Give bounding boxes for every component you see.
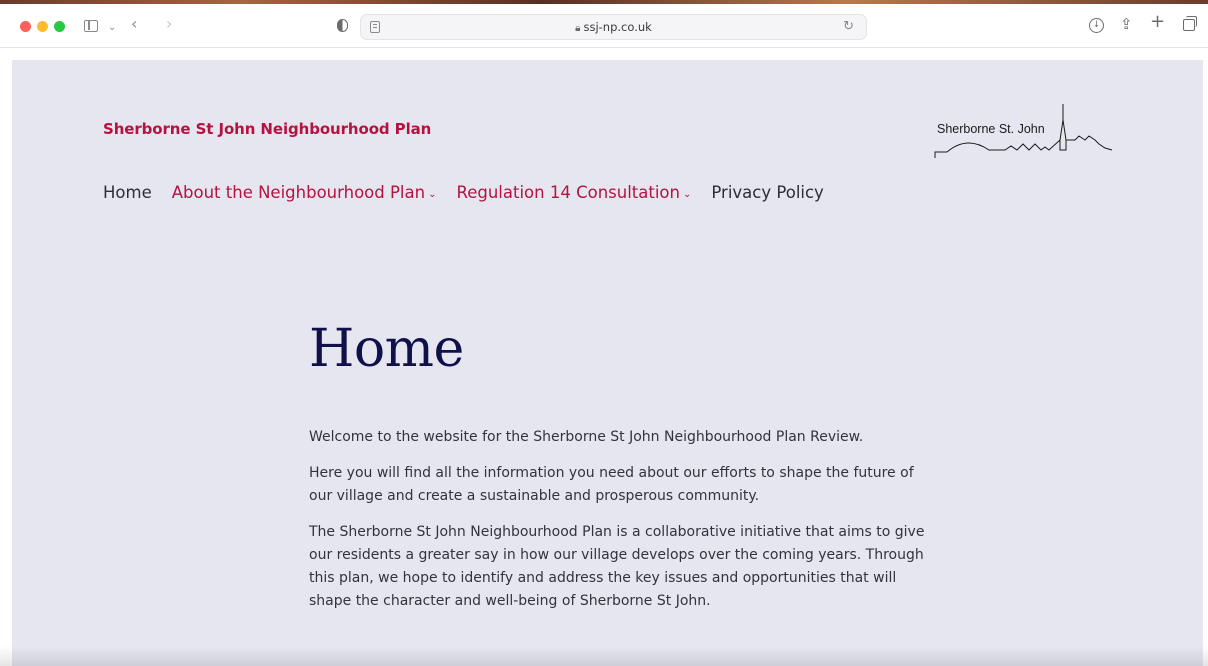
site-title-link[interactable]: Sherborne St John Neighbourhood Plan xyxy=(103,120,431,138)
back-button[interactable]: ‹ xyxy=(131,16,137,32)
nav-item-home[interactable]: Home xyxy=(103,183,152,202)
village-skyline-logo[interactable]: Sherborne St. John xyxy=(927,100,1117,164)
body-paragraph: Here you will find all the information y… xyxy=(309,465,914,504)
nav-item-label: Home xyxy=(103,183,152,202)
nav-item-about[interactable]: About the Neighbourhood Plan ⌄ xyxy=(172,183,437,202)
url-text: ssj-np.co.uk xyxy=(583,20,652,34)
nav-item-label: About the Neighbourhood Plan xyxy=(171,183,426,202)
chevron-down-icon[interactable]: ⌄ xyxy=(108,20,116,36)
downloads-icon[interactable]: ↓ xyxy=(1089,18,1104,33)
new-tab-icon[interactable]: + xyxy=(1150,13,1165,31)
chevron-down-icon: ⌄ xyxy=(428,189,437,200)
body-paragraph: The Sherborne St John Neighbourhood Plan… xyxy=(309,524,925,609)
reload-icon[interactable]: ↻ xyxy=(843,19,854,34)
logo-text: Sherborne St. John xyxy=(937,122,1045,136)
nav-item-label: Privacy Policy xyxy=(711,183,824,202)
nav-item-label: Regulation 14 Consultation xyxy=(456,183,680,202)
tab-overview-icon[interactable] xyxy=(1183,16,1197,31)
page-title: Home xyxy=(309,319,464,379)
page-bottom-shadow xyxy=(0,646,1208,666)
web-page: Sherborne St John Neighbourhood Plan She… xyxy=(12,60,1203,666)
address-bar[interactable]: 🔒︎ ssj-np.co.uk ↻ xyxy=(360,14,867,40)
forward-button[interactable]: › xyxy=(166,16,172,32)
nav-item-privacy-policy[interactable]: Privacy Policy xyxy=(711,183,823,202)
sidebar-toggle-icon[interactable] xyxy=(84,20,98,32)
close-window-button[interactable] xyxy=(20,21,31,32)
main-navigation: Home About the Neighbourhood Plan ⌄ Regul… xyxy=(103,183,844,202)
lock-icon: 🔒︎ xyxy=(575,23,581,34)
zoom-window-button[interactable] xyxy=(54,21,65,32)
main-content: Home Welcome to the website for the Sher… xyxy=(309,318,929,613)
browser-toolbar: ⌄ ‹ › 🔒︎ ssj-np.co.uk ↻ ↓ ⇪ + xyxy=(0,4,1208,48)
share-icon[interactable]: ⇪ xyxy=(1120,16,1133,32)
chevron-down-icon: ⌄ xyxy=(682,189,692,200)
nav-item-regulation-14[interactable]: Regulation 14 Consultation ⌄ xyxy=(456,183,691,202)
privacy-shield-icon[interactable] xyxy=(337,19,348,32)
url-display[interactable]: 🔒︎ ssj-np.co.uk xyxy=(361,20,866,34)
intro-paragraph: Welcome to the website for the Sherborne… xyxy=(309,429,864,445)
minimize-window-button[interactable] xyxy=(37,21,48,32)
